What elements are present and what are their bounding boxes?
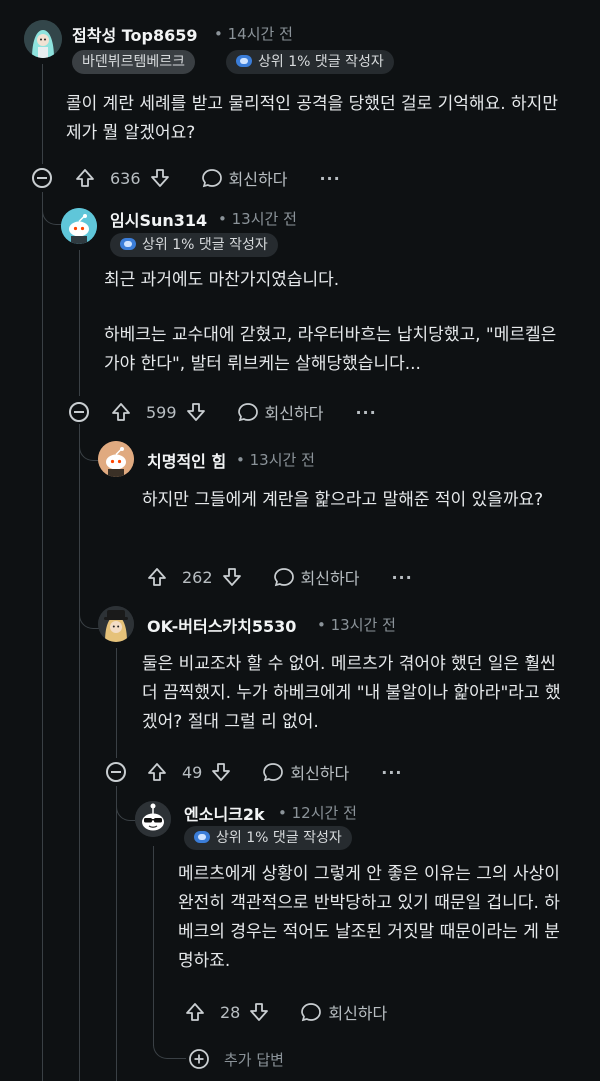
- snoo-avatar-icon: [98, 441, 134, 477]
- reply-button[interactable]: 회신하다: [237, 400, 323, 424]
- reply-button[interactable]: 회신하다: [262, 760, 349, 784]
- timestamp: • 14시간 전: [214, 25, 293, 43]
- more-replies-label: 추가 답변: [224, 1050, 284, 1069]
- avatar[interactable]: [98, 606, 134, 642]
- collapse-thread-button[interactable]: [69, 402, 89, 422]
- vote-count: 636: [110, 168, 141, 188]
- comment-paragraph: 최근 과거에도 마찬가지였습니다.: [104, 270, 340, 290]
- top-commenter-badge: 상위 1% 댓글 작성자: [184, 826, 352, 850]
- reply-icon: [301, 1003, 322, 1022]
- username[interactable]: OK-버터스카치5530: [147, 613, 296, 637]
- comment-body: 콜이 계란 세례를 받고 물리적인 공격을 당했던 걸로 기억해요. 하지만 제…: [66, 90, 566, 148]
- avatar-character-icon: [24, 20, 62, 58]
- plus-circle-icon: [189, 1049, 209, 1069]
- collapse-thread-button[interactable]: [32, 168, 52, 188]
- reply-icon: [273, 568, 294, 587]
- comment-body: 최근 과거에도 마찬가지였습니다. 하베크는 교수대에 갇혔고, 라우터바흐는 …: [104, 266, 574, 379]
- snoo-sunglasses-avatar-icon: [135, 801, 171, 837]
- upvote-icon[interactable]: [146, 566, 168, 588]
- comment-paragraph: 콜이 계란 세례를 받고 물리적인 공격을 당했던 걸로 기억해요. 하지만 제…: [66, 94, 558, 143]
- vote-count: 599: [146, 402, 177, 422]
- comment-paragraph: 하베크는 교수대에 갇혔고, 라우터바흐는 납치당했고, "메르켈은 가야 한다…: [104, 325, 557, 374]
- timestamp: • 13시간 전: [317, 616, 396, 634]
- vote-count: 49: [182, 762, 203, 782]
- downvote-icon[interactable]: [149, 167, 171, 189]
- top-commenter-badge: 상위 1% 댓글 작성자: [226, 50, 394, 74]
- comment-paragraph: 메르츠에게 상황이 그렇게 안 좋은 이유는 그의 사상이 완전히 객관적으로 …: [178, 864, 560, 971]
- avatar[interactable]: [61, 208, 97, 244]
- upvote-icon[interactable]: [74, 167, 96, 189]
- badge-icon: [194, 831, 210, 843]
- more-options-button[interactable]: ···: [391, 568, 412, 587]
- reply-button[interactable]: 회신하다: [201, 166, 287, 190]
- upvote-icon[interactable]: [184, 1001, 206, 1023]
- badge-icon: [120, 238, 136, 250]
- more-options-button[interactable]: ···: [355, 403, 376, 422]
- comment-paragraph: 둘은 비교조차 할 수 없어. 메르츠가 겪어야 했던 일은 훨씬 더 끔찍했지…: [142, 654, 561, 732]
- avatar[interactable]: [98, 441, 134, 477]
- avatar-character-icon: [98, 606, 134, 642]
- upvote-icon[interactable]: [146, 761, 168, 783]
- downvote-icon[interactable]: [221, 566, 243, 588]
- reply-icon: [201, 169, 222, 188]
- comment-actions: 636 회신하다 ···: [74, 165, 341, 191]
- username[interactable]: 엔소니크2k: [184, 801, 265, 825]
- upvote-icon[interactable]: [110, 401, 132, 423]
- username[interactable]: 접착성 Top8659: [72, 22, 198, 46]
- comment-actions: 49 회신하다 ···: [146, 759, 402, 785]
- reply-icon: [237, 403, 258, 422]
- top-commenter-badge: 상위 1% 댓글 작성자: [110, 233, 278, 257]
- comment-actions: 262 회신하다 ···: [146, 564, 413, 590]
- more-replies-button[interactable]: 추가 답변: [188, 1048, 284, 1070]
- vote-count: 262: [182, 567, 213, 587]
- downvote-icon[interactable]: [210, 761, 232, 783]
- timestamp: • 13시간 전: [236, 451, 315, 469]
- username[interactable]: 치명적인 힘: [147, 448, 226, 472]
- comment-paragraph: 하지만 그들에게 계란을 핥으라고 말해준 적이 있을까요?: [142, 490, 544, 510]
- username[interactable]: 임시Sun314: [110, 207, 207, 231]
- collapse-thread-button[interactable]: [106, 762, 126, 782]
- badge-icon: [236, 55, 252, 67]
- comment-actions: 28 회신하다: [184, 999, 387, 1025]
- comment-actions: 599 회신하다 ···: [110, 399, 377, 425]
- downvote-icon[interactable]: [185, 401, 207, 423]
- downvote-icon[interactable]: [248, 1001, 270, 1023]
- timestamp: • 12시간 전: [278, 804, 357, 822]
- avatar[interactable]: [24, 20, 62, 58]
- more-options-button[interactable]: ···: [319, 169, 340, 188]
- comment-body: 메르츠에게 상황이 그렇게 안 좋은 이유는 그의 사상이 완전히 객관적으로 …: [178, 860, 573, 976]
- user-flair: 바덴뷔르템베르크: [72, 50, 196, 74]
- avatar[interactable]: [135, 801, 171, 837]
- reply-button[interactable]: 회신하다: [273, 565, 359, 589]
- reply-icon: [263, 763, 284, 782]
- snoo-avatar-icon: [61, 208, 97, 244]
- timestamp: • 13시간 전: [218, 210, 297, 228]
- vote-count: 28: [220, 1002, 241, 1022]
- more-options-button[interactable]: ···: [381, 763, 402, 782]
- reply-button[interactable]: 회신하다: [300, 1000, 387, 1024]
- comment-body: 하지만 그들에게 계란을 핥으라고 말해준 적이 있을까요?: [142, 486, 572, 515]
- comment-body: 둘은 비교조차 할 수 없어. 메르츠가 겪어야 했던 일은 훨씬 더 끔찍했지…: [142, 650, 572, 737]
